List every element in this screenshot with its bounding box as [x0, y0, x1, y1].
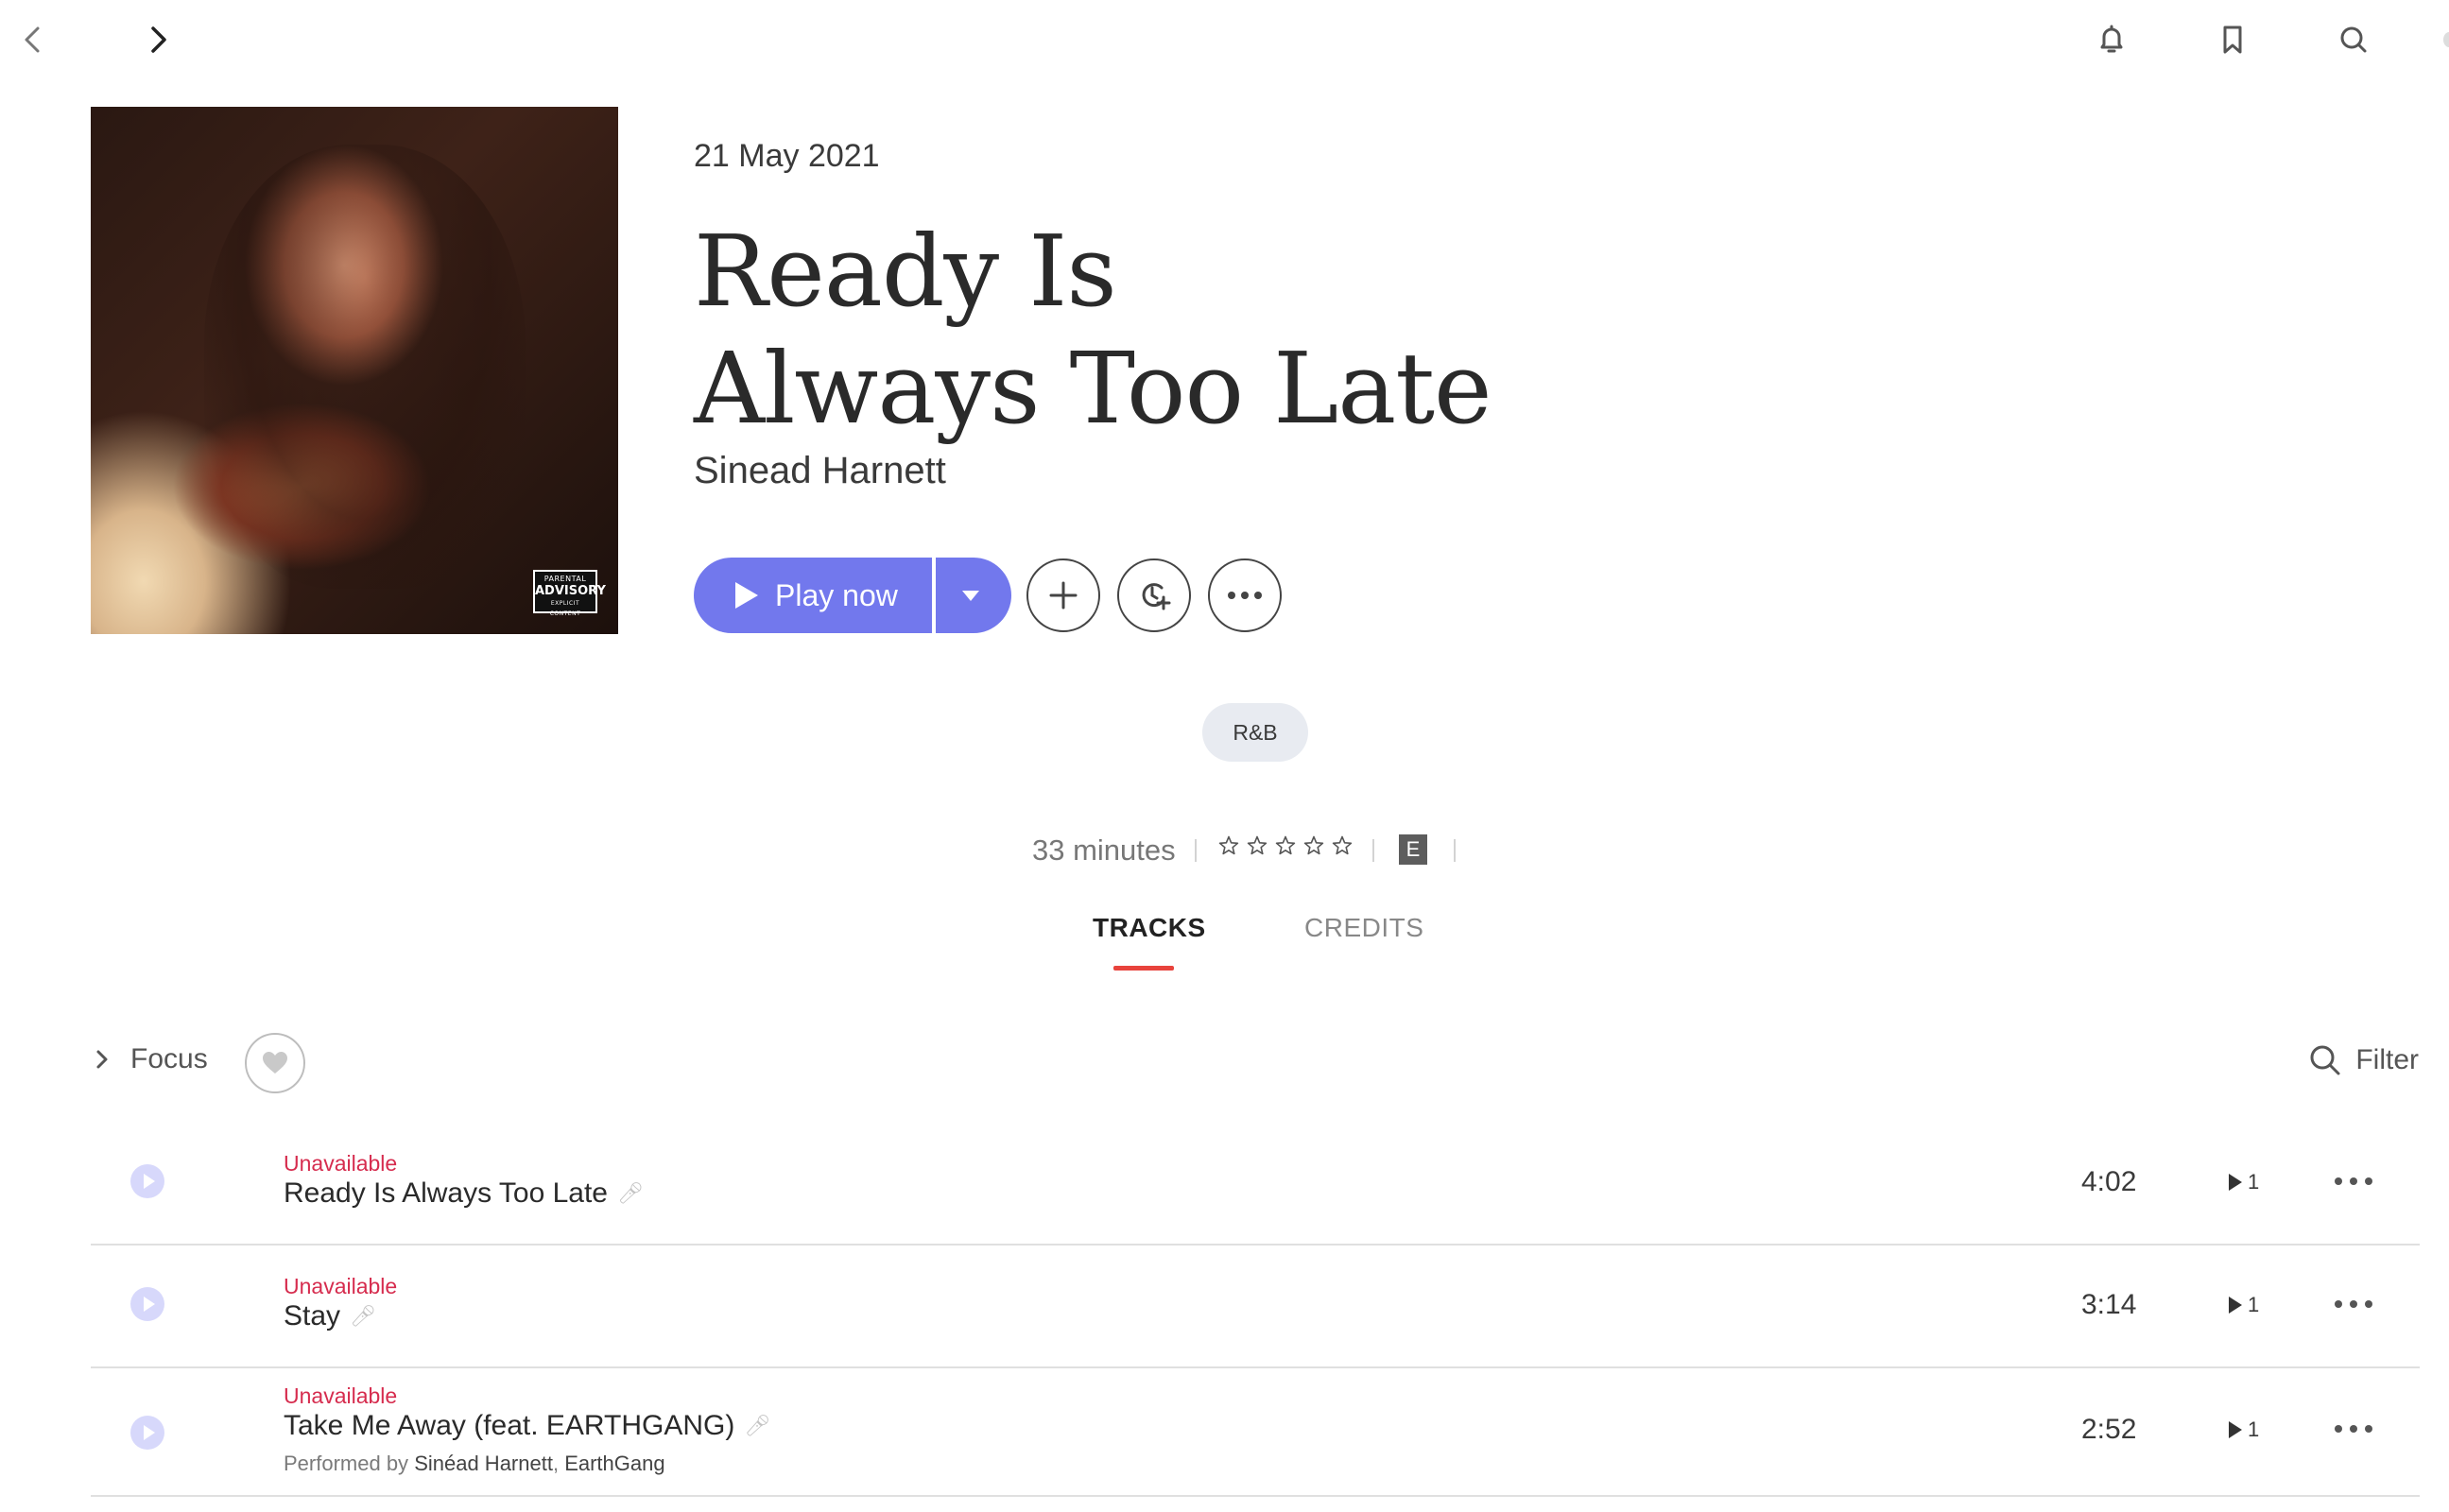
play-icon [144, 1425, 155, 1440]
track-status: Unavailable [284, 1274, 398, 1298]
explicit-badge: E [1399, 834, 1427, 865]
star-icon[interactable] [1331, 834, 1354, 857]
track-title[interactable]: Ready Is Always Too Late 🎤︎ [284, 1177, 644, 1210]
play-icon [144, 1297, 155, 1312]
track-duration: 3:14 [2081, 1289, 2137, 1320]
rating-stars[interactable] [1217, 834, 1354, 857]
track-play-count: 1 [2229, 1170, 2259, 1194]
star-icon[interactable] [1217, 834, 1240, 857]
track-title-text: Take Me Away (feat. EARTHGANG) [284, 1410, 735, 1441]
album-title: Ready Is Always Too Late [694, 213, 1828, 447]
performer-link[interactable]: Sinéad Harnett [414, 1452, 553, 1475]
back-icon[interactable] [13, 19, 55, 60]
forward-icon[interactable] [136, 19, 178, 60]
track-more-button[interactable] [2335, 1425, 2372, 1433]
search-icon [2310, 1045, 2340, 1075]
clock-plus-icon [1142, 583, 1171, 610]
focus-label: Focus [130, 1043, 208, 1074]
play-count-value: 1 [2248, 1418, 2260, 1441]
play-count-icon [2229, 1297, 2242, 1314]
track-play-button[interactable] [130, 1287, 164, 1321]
parental-advisory-logo: PARENTAL ADVISORY EXPLICIT CONTENT [533, 570, 606, 617]
play-options-dropdown[interactable] [936, 558, 1011, 633]
track-performers: Performed by Sinéad Harnett, EarthGang [284, 1452, 665, 1475]
tab-credits[interactable]: CREDITS [1304, 913, 1423, 943]
track-row[interactable]: Unavailable Ready Is Always Too Late 🎤︎ … [91, 1121, 2420, 1246]
meta-divider [1195, 839, 1197, 862]
track-more-button[interactable] [2335, 1177, 2372, 1185]
advisory-mid-text: ADVISORY [535, 584, 606, 598]
release-date: 21 May 2021 [694, 138, 880, 174]
play-icon [144, 1174, 155, 1189]
album-title-line1: Ready Is [694, 214, 1117, 329]
play-now-label: Play now [775, 577, 898, 612]
star-icon[interactable] [1274, 834, 1297, 857]
album-duration: 33 minutes [1032, 833, 1176, 867]
track-status: Unavailable [284, 1151, 398, 1176]
track-duration: 2:52 [2081, 1414, 2137, 1445]
track-title-text: Ready Is Always Too Late [284, 1177, 608, 1209]
favorite-button[interactable] [245, 1033, 305, 1093]
play-icon [735, 582, 758, 609]
chevron-right-icon [96, 1050, 108, 1069]
microphone-icon: 🎤︎ [744, 1414, 771, 1437]
track-more-button[interactable] [2335, 1300, 2372, 1308]
advisory-bottom-text: EXPLICIT CONTENT [549, 600, 581, 617]
plus-icon [1049, 581, 1078, 610]
genre-tag[interactable]: R&B [1202, 703, 1308, 762]
performer-link[interactable]: EarthGang [564, 1452, 664, 1475]
meta-divider [1372, 839, 1374, 862]
bell-icon[interactable] [2091, 19, 2132, 60]
track-row[interactable]: Unavailable Stay 🎤︎ 3:14 1 [91, 1244, 2420, 1368]
heart-icon [263, 1052, 287, 1074]
play-count-icon [2229, 1174, 2242, 1191]
track-duration: 4:02 [2081, 1166, 2137, 1197]
advisory-top-text: PARENTAL [543, 575, 587, 583]
more-dots-icon [1228, 592, 1262, 599]
more-options-button[interactable] [1208, 558, 1282, 632]
track-play-button[interactable] [130, 1164, 164, 1198]
track-play-count: 1 [2229, 1293, 2259, 1317]
track-play-count: 1 [2229, 1418, 2259, 1442]
microphone-icon: 🎤︎ [350, 1304, 376, 1328]
caret-down-icon [962, 590, 979, 601]
play-count-icon [2229, 1421, 2242, 1438]
track-play-button[interactable] [130, 1416, 164, 1450]
active-tab-indicator [1113, 966, 1174, 971]
microphone-icon: 🎤︎ [616, 1181, 644, 1205]
search-icon[interactable] [2333, 19, 2374, 60]
album-cover-figure [204, 145, 526, 589]
play-count-value: 1 [2248, 1170, 2260, 1194]
performers-prefix: Performed by [284, 1452, 409, 1475]
album-artist[interactable]: Sinead Harnett [694, 450, 946, 492]
add-to-library-button[interactable] [1026, 558, 1100, 632]
track-title[interactable]: Stay 🎤︎ [284, 1300, 376, 1332]
edge-indicator [2443, 32, 2449, 47]
add-to-queue-button[interactable] [1117, 558, 1191, 632]
filter-label: Filter [2355, 1044, 2419, 1075]
filter-button[interactable]: Filter [2308, 1043, 2419, 1077]
track-title[interactable]: Take Me Away (feat. EARTHGANG) 🎤︎ [284, 1410, 770, 1442]
track-status: Unavailable [284, 1383, 398, 1408]
play-count-value: 1 [2248, 1293, 2260, 1316]
album-title-line2: Always Too Late [694, 331, 1492, 446]
album-cover: PARENTAL ADVISORY EXPLICIT CONTENT [91, 107, 618, 634]
play-now-button[interactable]: Play now [694, 558, 932, 633]
tab-tracks[interactable]: TRACKS [1093, 913, 1206, 943]
focus-toggle[interactable]: Focus [91, 1043, 208, 1075]
star-icon[interactable] [1246, 834, 1268, 857]
track-title-text: Stay [284, 1300, 341, 1332]
bookmark-icon[interactable] [2212, 19, 2253, 60]
star-icon[interactable] [1302, 834, 1325, 857]
track-row[interactable]: Unavailable Take Me Away (feat. EARTHGAN… [91, 1366, 2420, 1497]
meta-divider [1454, 839, 1456, 862]
